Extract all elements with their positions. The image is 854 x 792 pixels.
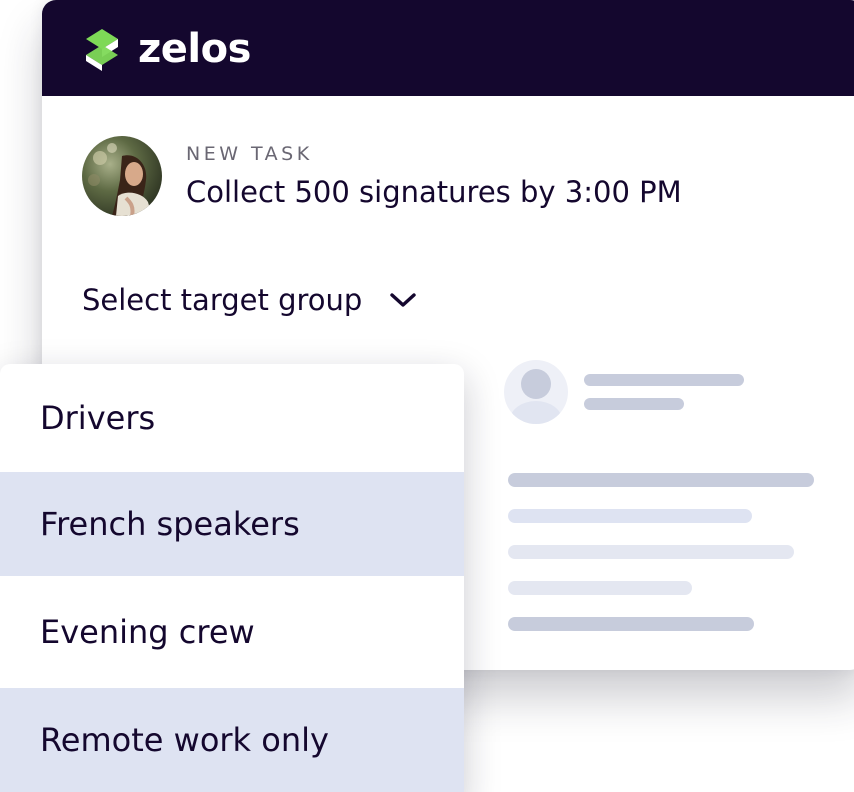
placeholder-text-line [508, 509, 752, 523]
placeholder-avatar-icon [504, 360, 568, 424]
zelos-logo: zelos [82, 26, 251, 72]
app-header: zelos [42, 0, 854, 96]
task-kicker-label: NEW TASK [186, 143, 313, 165]
task-summary: NEW TASK Collect 500 signatures by 3:00 … [82, 136, 682, 216]
user-photo-icon [82, 136, 162, 216]
target-group-select-label: Select target group [82, 283, 363, 317]
placeholder-subtitle-line [584, 398, 684, 410]
dropdown-option-french-speakers[interactable]: French speakers [0, 472, 464, 576]
dropdown-option-evening-crew[interactable]: Evening crew [0, 576, 464, 688]
placeholder-text-line [508, 545, 794, 559]
dropdown-option-drivers[interactable]: Drivers [0, 364, 464, 472]
placeholder-text-line [508, 581, 692, 595]
dropdown-option-remote-work-only[interactable]: Remote work only [0, 688, 464, 792]
placeholder-text-line [508, 617, 754, 631]
stage: zelos NEW TASK Collect 500 signatures by… [0, 0, 854, 792]
target-group-dropdown: Drivers French speakers Evening crew Rem… [0, 364, 464, 792]
logo-wordmark: zelos [138, 26, 251, 72]
placeholder-name-line [584, 374, 744, 386]
placeholder-text-line [508, 473, 814, 487]
user-avatar [82, 136, 162, 216]
target-group-select[interactable]: Select target group [82, 278, 418, 322]
zelos-logo-icon [86, 29, 118, 71]
chevron-down-icon[interactable] [388, 290, 418, 310]
task-title: Collect 500 signatures by 3:00 PM [186, 175, 682, 209]
